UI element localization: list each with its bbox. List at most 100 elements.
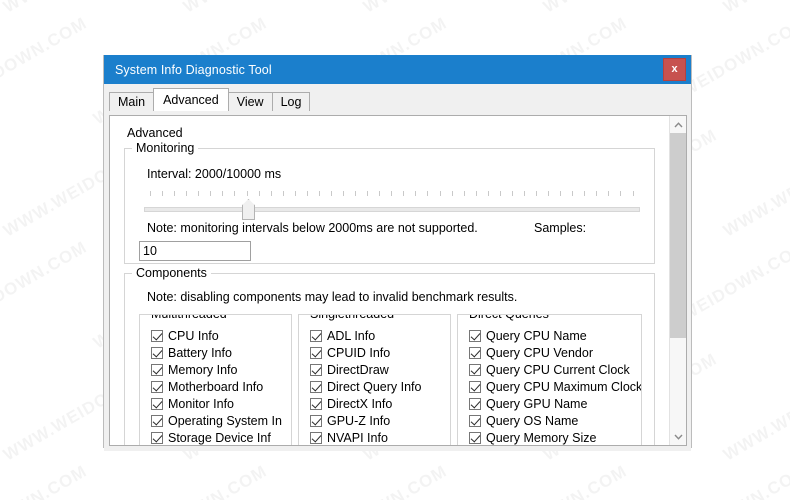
watermark-text: WWW.WEIDOWN.COM: [0, 237, 91, 353]
checkbox-label: Battery Info: [168, 345, 232, 360]
components-group: Components Note: disabling components ma…: [124, 266, 655, 445]
checkbox-row[interactable]: Operating System In: [151, 412, 291, 429]
checkbox-row[interactable]: ADL Info: [310, 327, 450, 344]
tab-log[interactable]: Log: [271, 92, 311, 111]
checkbox-row[interactable]: CPUID Info: [310, 344, 450, 361]
checkbox-checked-icon[interactable]: [469, 380, 481, 393]
slider-tick: [379, 191, 381, 196]
checkbox-checked-icon[interactable]: [310, 363, 322, 376]
checkbox-row[interactable]: Battery Info: [151, 344, 291, 361]
column-direct-queries-legend: Direct Queries: [465, 315, 553, 321]
checkbox-row[interactable]: Query CPU Maximum Clock: [469, 378, 641, 395]
checkbox-label: Query GPU Name: [486, 396, 588, 411]
checkbox-row[interactable]: Storage Device Inf: [151, 429, 291, 445]
chevron-down-icon: [673, 434, 683, 440]
slider-tick: [318, 191, 320, 196]
checkbox-label: Motherboard Info: [168, 379, 264, 394]
checkbox-row[interactable]: DirectX Info: [310, 395, 450, 412]
checkbox-checked-icon[interactable]: [151, 346, 163, 359]
monitoring-note: Note: monitoring intervals below 2000ms …: [147, 221, 478, 235]
checkbox-checked-icon[interactable]: [310, 380, 322, 393]
samples-input[interactable]: [139, 241, 251, 261]
checkbox-checked-icon[interactable]: [151, 397, 163, 410]
watermark-text: WWW.WEIDOWN.COM: [540, 0, 721, 17]
close-button[interactable]: x: [663, 58, 686, 81]
scrollbar-thumb[interactable]: [670, 133, 686, 338]
slider-tick: [282, 191, 284, 196]
slider-thumb[interactable]: [242, 199, 255, 220]
checkbox-row[interactable]: Monitor Info: [151, 395, 291, 412]
slider-tick: [246, 191, 248, 196]
checkbox-label: Query CPU Name: [486, 328, 587, 343]
slider-tick: [294, 191, 296, 196]
page-title: Advanced: [127, 126, 183, 140]
checkbox-checked-icon[interactable]: [469, 363, 481, 376]
slider-tick: [306, 191, 308, 196]
checkbox-row[interactable]: Query CPU Current Clock: [469, 361, 641, 378]
checkbox-checked-icon[interactable]: [310, 346, 322, 359]
checkbox-checked-icon[interactable]: [151, 431, 163, 444]
checkbox-row[interactable]: CPU Info: [151, 327, 291, 344]
tab-main-label: Main: [118, 95, 146, 109]
checkbox-checked-icon[interactable]: [469, 397, 481, 410]
checkbox-checked-icon[interactable]: [310, 329, 322, 342]
checkbox-row[interactable]: DirectDraw: [310, 361, 450, 378]
scroll-down-button[interactable]: [670, 428, 686, 445]
checkbox-label: DirectX Info: [327, 396, 393, 411]
slider-tick: [150, 191, 151, 196]
slider-tick: [584, 191, 586, 196]
watermark-text: WWW.WEIDOWN.COM: [450, 461, 631, 500]
slider-tick: [330, 191, 332, 196]
slider-tick: [511, 191, 513, 196]
tab-page-content: Advanced Monitoring Interval: 2000/10000…: [110, 116, 669, 445]
checkbox-row[interactable]: Direct Query Info: [310, 378, 450, 395]
tab-log-label: Log: [280, 95, 302, 109]
checkbox-checked-icon[interactable]: [151, 414, 163, 427]
checkbox-checked-icon[interactable]: [469, 346, 481, 359]
scroll-up-button[interactable]: [670, 116, 686, 133]
slider-tick: [439, 191, 441, 196]
slider-tick: [222, 191, 224, 196]
vertical-scrollbar[interactable]: [669, 116, 686, 445]
checkbox-row[interactable]: NVAPI Info: [310, 429, 450, 445]
checkbox-checked-icon[interactable]: [469, 414, 481, 427]
checkbox-label: DirectDraw: [327, 362, 389, 377]
checkbox-row[interactable]: Query CPU Name: [469, 327, 641, 344]
checkbox-checked-icon[interactable]: [151, 363, 163, 376]
checkbox-row[interactable]: Query CPU Vendor: [469, 344, 641, 361]
checkbox-checked-icon[interactable]: [310, 397, 322, 410]
watermark-text: WWW.WEIDOWN.COM: [0, 461, 91, 500]
slider-tick: [210, 191, 212, 196]
slider-tick: [355, 191, 357, 196]
checkbox-checked-icon[interactable]: [469, 431, 481, 444]
checkbox-row[interactable]: Query OS Name: [469, 412, 641, 429]
tab-view-label: View: [236, 95, 264, 109]
checkbox-row[interactable]: Query GPU Name: [469, 395, 641, 412]
watermark-text: WWW.WEIDOWN.COM: [630, 461, 790, 500]
slider-track[interactable]: [144, 207, 640, 212]
watermark-text: WWW.WEIDOWN.COM: [0, 349, 1, 465]
slider-ticks: [150, 191, 634, 197]
checkbox-label: Memory Info: [168, 362, 238, 377]
checkbox-row[interactable]: Query Memory Size: [469, 429, 641, 445]
slider-tick: [620, 191, 622, 196]
checkbox-checked-icon[interactable]: [469, 329, 481, 342]
checkbox-row[interactable]: GPU-Z Info: [310, 412, 450, 429]
monitoring-group-legend: Monitoring: [132, 141, 199, 155]
checkbox-checked-icon[interactable]: [310, 431, 322, 444]
interval-slider[interactable]: [144, 191, 640, 220]
window-title: System Info Diagnostic Tool: [115, 62, 272, 77]
tab-advanced[interactable]: Advanced: [153, 88, 229, 111]
checkbox-checked-icon[interactable]: [151, 380, 163, 393]
checkbox-row[interactable]: Motherboard Info: [151, 378, 291, 395]
checkbox-row[interactable]: Memory Info: [151, 361, 291, 378]
tab-view[interactable]: View: [227, 92, 273, 111]
checkbox-label: Query Memory Size: [486, 430, 597, 445]
checkbox-list-direct-queries: Query CPU Name Query CPU Vendor Query CPU …: [469, 327, 641, 445]
tab-main[interactable]: Main: [109, 92, 155, 111]
slider-tick: [536, 191, 537, 196]
slider-tick: [475, 191, 477, 196]
slider-tick: [463, 191, 465, 196]
checkbox-checked-icon[interactable]: [310, 414, 322, 427]
checkbox-checked-icon[interactable]: [151, 329, 163, 342]
